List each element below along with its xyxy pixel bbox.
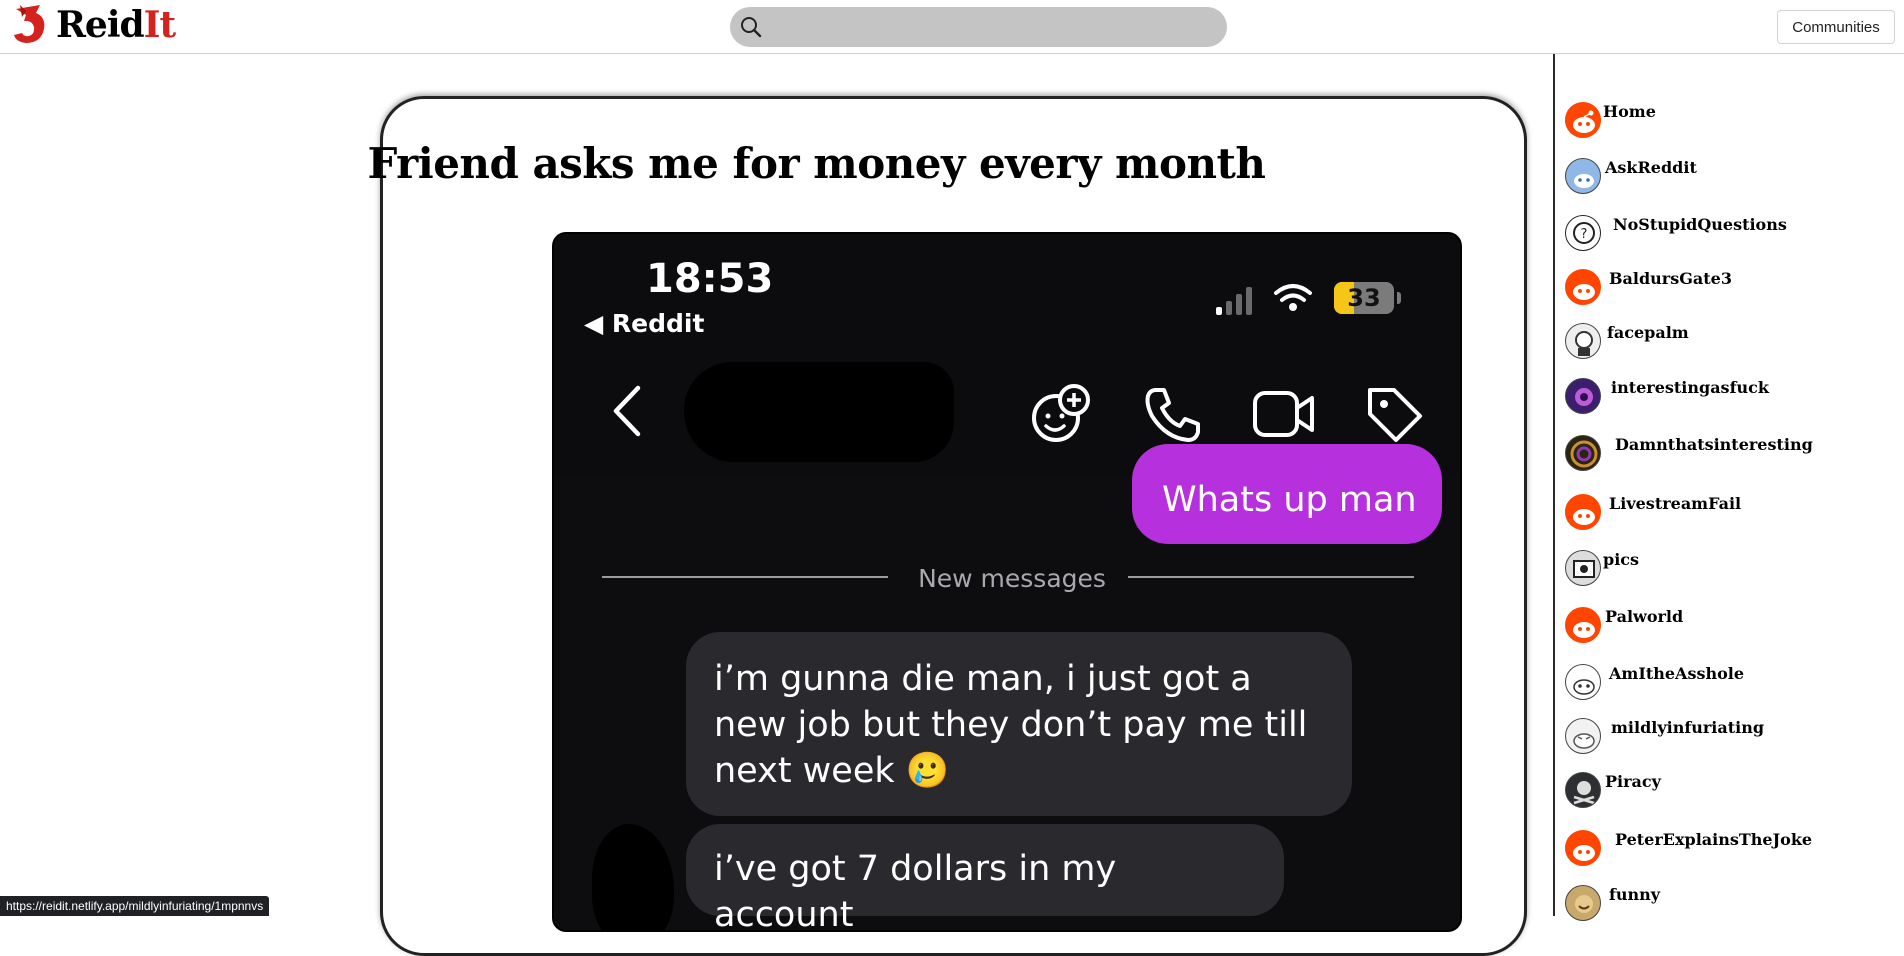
sidebar-item-mildlyinfuriating[interactable]: mildlyinfuriating — [1565, 718, 1764, 758]
sidebar-item-livestreamfail[interactable]: LivestreamFail — [1565, 494, 1741, 534]
svg-text:?: ? — [1581, 227, 1588, 242]
post-image[interactable]: 18:53 ◀ Reddit 33 Whats up man New messa… — [552, 232, 1462, 932]
sidebar-item-label: AskReddit — [1605, 158, 1697, 177]
reddit-alien-icon — [1565, 102, 1601, 138]
new-messages-divider-right — [1128, 576, 1414, 578]
battery-level: 33 — [1347, 284, 1381, 312]
logo-text-prefix: Reid — [56, 4, 145, 46]
sidebar-item-label: facepalm — [1607, 323, 1689, 342]
battery-indicator: 33 — [1334, 282, 1394, 314]
their-message-bubble-2: i’ve got 7 dollars in my account — [686, 824, 1284, 930]
reddit-alien-icon — [1565, 607, 1601, 643]
sidebar-item-nostupidquestions[interactable]: ? NoStupidQuestions — [1565, 215, 1787, 255]
search-input[interactable] — [774, 13, 1218, 43]
interestingasfuck-icon — [1565, 378, 1601, 414]
chevron-left-icon — [613, 385, 641, 437]
sidebar-item-label: pics — [1603, 550, 1640, 569]
sticker-add-icon — [1032, 384, 1090, 442]
sidebar-item-label: funny — [1609, 885, 1661, 904]
sidebar-item-piracy[interactable]: Piracy — [1565, 772, 1661, 812]
my-message-bubble: Whats up man — [1132, 444, 1442, 544]
tag-icon — [1368, 388, 1422, 442]
reddit-alien-icon — [1565, 830, 1601, 866]
phone-time: 18:53 — [646, 256, 774, 302]
sidebar-item-label: Piracy — [1605, 772, 1661, 791]
new-messages-label: New messages — [918, 564, 1106, 593]
mildlyinfuriating-icon — [1565, 718, 1601, 754]
sidebar-item-pics[interactable]: pics — [1565, 550, 1639, 590]
sidebar-item-label: mildlyinfuriating — [1611, 718, 1765, 737]
sidebar-item-label: NoStupidQuestions — [1613, 215, 1787, 234]
communities-sidebar: Home AskReddit ? NoStupidQuestions Baldu… — [1553, 54, 1904, 921]
battery-tip — [1397, 292, 1401, 304]
damnthatsinteresting-icon — [1565, 435, 1601, 471]
sidebar-item-label: LivestreamFail — [1609, 494, 1742, 513]
sidebar-item-damnthatsinteresting[interactable]: Damnthatsinteresting — [1565, 435, 1813, 475]
link-preview-url: https://reidit.netlify.app/mildlyinfuria… — [0, 896, 270, 916]
reidit-logo[interactable]: ReidIt — [10, 3, 176, 47]
sidebar-item-facepalm[interactable]: facepalm — [1565, 323, 1689, 363]
phone-call-icon — [1145, 388, 1200, 442]
sidebar-item-label: BaldursGate3 — [1609, 269, 1732, 288]
sidebar-item-label: PeterExplainsTheJoke — [1615, 830, 1813, 849]
video-call-icon — [1253, 391, 1314, 437]
sidebar-item-interestingasfuck[interactable]: interestingasfuck — [1565, 378, 1769, 418]
phone-back-app: ◀ Reddit — [584, 309, 705, 338]
sidebar-item-label: Palworld — [1605, 607, 1684, 626]
new-messages-divider-left — [602, 576, 888, 578]
facepalm-icon — [1565, 323, 1601, 359]
sidebar-item-label: Damnthatsinteresting — [1615, 435, 1813, 454]
top-header: ReidIt Communities — [0, 0, 1904, 54]
amitheasshole-icon — [1565, 664, 1601, 700]
sidebar-item-label: Home — [1603, 102, 1656, 121]
sidebar-item-palworld[interactable]: Palworld — [1565, 607, 1683, 647]
sidebar-item-amitheasshole[interactable]: AmItheAsshole — [1565, 664, 1744, 704]
sidebar-item-home[interactable]: Home — [1565, 102, 1656, 142]
question-bubble-icon: ? — [1565, 215, 1601, 251]
sidebar-item-baldursgate3[interactable]: BaldursGate3 — [1565, 269, 1732, 309]
sidebar-item-peterexplainsthejoke[interactable]: PeterExplainsTheJoke — [1565, 830, 1812, 870]
search-bar[interactable] — [730, 7, 1227, 47]
sidebar-item-label: AmItheAsshole — [1609, 664, 1745, 683]
reddit-alien-icon — [1565, 494, 1601, 530]
communities-button[interactable]: Communities — [1777, 10, 1895, 44]
search-icon — [741, 17, 762, 38]
redacted-contact-name — [684, 362, 954, 462]
reidit-logo-icon — [14, 5, 45, 43]
logo-text-suffix: It — [143, 4, 176, 46]
post-title: Friend asks me for money every month — [367, 139, 1266, 188]
piracy-icon — [1565, 772, 1601, 808]
askreddit-icon — [1565, 158, 1601, 194]
sidebar-item-label: interestingasfuck — [1611, 378, 1769, 397]
sidebar-item-funny[interactable]: funny — [1565, 885, 1660, 925]
pics-icon — [1565, 550, 1601, 586]
logo-text: ReidIt — [56, 3, 176, 47]
their-message-bubble-1: i’m gunna die man, i just got a new job … — [686, 632, 1352, 816]
reddit-alien-icon — [1565, 269, 1601, 305]
sidebar-item-askreddit[interactable]: AskReddit — [1565, 158, 1697, 198]
